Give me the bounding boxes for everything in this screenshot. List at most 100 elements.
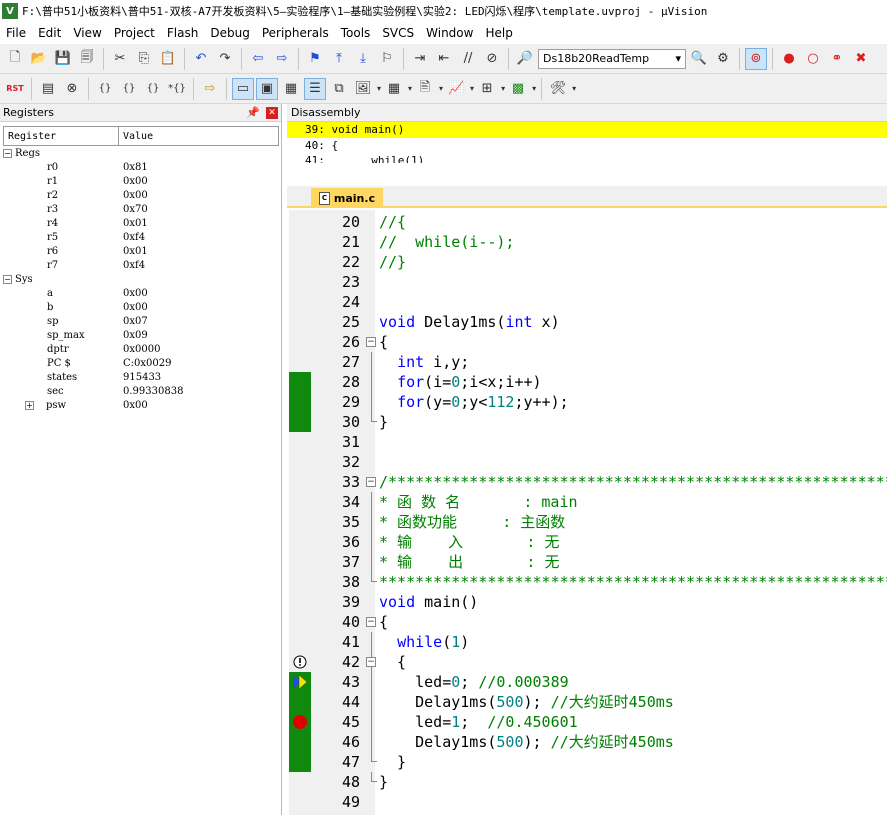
breakpoint-icon[interactable]: [293, 715, 307, 729]
register-value[interactable]: 0x00: [121, 288, 148, 299]
register-row[interactable]: states 915433: [3, 370, 279, 384]
command-window-icon[interactable]: ▭: [232, 77, 254, 100]
run-icon[interactable]: ▤: [37, 78, 59, 100]
menu-project[interactable]: Project: [108, 22, 161, 44]
register-row[interactable]: r7 0xf4: [3, 258, 279, 272]
target-select[interactable]: Ds18b20ReadTemp ▾: [538, 48, 686, 69]
code-line[interactable]: 36 * 输 入 : 无: [289, 532, 887, 552]
pin-icon[interactable]: 📌: [246, 106, 260, 119]
open-folder-icon[interactable]: 📂: [28, 48, 50, 70]
configure-icon[interactable]: ⚙: [712, 48, 734, 70]
chevron-down-icon[interactable]: ▾: [377, 84, 381, 93]
fold-collapse-icon[interactable]: −: [366, 477, 376, 487]
code-line[interactable]: 22 //}: [289, 252, 887, 272]
register-group-regs[interactable]: − Regs: [3, 146, 279, 160]
toolbox-icon[interactable]: 🛠: [547, 78, 569, 100]
register-row[interactable]: sp 0x07: [3, 314, 279, 328]
code-line[interactable]: 41 while(1): [289, 632, 887, 652]
navigate-forward-icon[interactable]: ⇨: [271, 48, 293, 70]
code-editor[interactable]: 20 //{21 // while(i--); 22 //} 23 24 25 void Del…: [289, 210, 887, 815]
register-value[interactable]: 0x70: [121, 204, 148, 215]
collapse-icon[interactable]: −: [3, 148, 12, 158]
enable-breakpoint-icon[interactable]: ○: [802, 48, 824, 70]
menu-debug[interactable]: Debug: [204, 22, 255, 44]
register-row[interactable]: r5 0xf4: [3, 230, 279, 244]
expand-icon[interactable]: +: [25, 400, 34, 410]
save-icon[interactable]: 💾: [52, 48, 74, 70]
collapse-icon[interactable]: −: [3, 274, 12, 284]
code-line[interactable]: 31: [289, 432, 887, 452]
disassembly-line[interactable]: 39: void main(): [287, 122, 887, 138]
code-line[interactable]: 44 Delay1ms(500); //大约延时450ms: [289, 692, 887, 712]
menu-tools[interactable]: Tools: [335, 22, 377, 44]
reset-icon[interactable]: RST: [4, 78, 26, 100]
menu-edit[interactable]: Edit: [32, 22, 67, 44]
menu-svcs[interactable]: SVCS: [376, 22, 420, 44]
code-line[interactable]: 38 **************************************…: [289, 572, 887, 592]
register-value[interactable]: 915433: [121, 372, 161, 383]
register-row[interactable]: r2 0x00: [3, 188, 279, 202]
register-row[interactable]: dptr 0x0000: [3, 342, 279, 356]
code-line[interactable]: 23: [289, 272, 887, 292]
register-row[interactable]: r4 0x01: [3, 216, 279, 230]
register-value[interactable]: 0.99330838: [121, 386, 183, 397]
watch-window-icon[interactable]: 🖼: [352, 78, 374, 100]
code-line[interactable]: 32: [289, 452, 887, 472]
register-row[interactable]: sp_max 0x09: [3, 328, 279, 342]
menu-file[interactable]: File: [0, 22, 32, 44]
menu-peripherals[interactable]: Peripherals: [256, 22, 335, 44]
menu-flash[interactable]: Flash: [161, 22, 204, 44]
register-value[interactable]: 0x09: [121, 330, 148, 341]
register-value[interactable]: 0x07: [121, 316, 148, 327]
menu-help[interactable]: Help: [479, 22, 518, 44]
copy-icon[interactable]: ⎘: [133, 48, 155, 70]
undo-icon[interactable]: ↶: [190, 48, 212, 70]
comment-icon[interactable]: //: [457, 48, 479, 70]
uncomment-icon[interactable]: ⊘: [481, 48, 503, 70]
code-line[interactable]: 33−/************************************…: [289, 472, 887, 492]
code-line[interactable]: 20 //{: [289, 212, 887, 232]
register-row[interactable]: r1 0x00: [3, 174, 279, 188]
register-row[interactable]: b 0x00: [3, 300, 279, 314]
register-value[interactable]: 0x00: [121, 176, 148, 187]
code-line[interactable]: 24: [289, 292, 887, 312]
tab-main-c[interactable]: C main.c: [311, 188, 383, 208]
save-all-icon[interactable]: 🗐: [76, 48, 98, 70]
code-line[interactable]: 35 * 函数功能 : 主函数: [289, 512, 887, 532]
navigate-back-icon[interactable]: ⇦: [247, 48, 269, 70]
register-value[interactable]: 0x01: [121, 218, 148, 229]
serial-window-icon[interactable]: 🖹: [414, 78, 436, 100]
find-in-files-icon[interactable]: 🔎: [514, 48, 536, 70]
disable-all-breakpoints-icon[interactable]: ⚭: [826, 48, 848, 70]
analysis-window-icon[interactable]: 📈: [445, 78, 467, 100]
find-icon[interactable]: 🔍: [688, 48, 710, 70]
disassembly-line[interactable]: 41: while(1): [287, 154, 887, 163]
register-row[interactable]: r6 0x01: [3, 244, 279, 258]
code-line[interactable]: 46 Delay1ms(500); //大约延时450ms: [289, 732, 887, 752]
step-into-icon[interactable]: {}: [94, 78, 116, 100]
column-value[interactable]: Value: [119, 131, 153, 142]
register-row[interactable]: a 0x00: [3, 286, 279, 300]
code-line[interactable]: 30}: [289, 412, 887, 432]
register-value[interactable]: C:0x0029: [121, 358, 171, 369]
registers-window-icon[interactable]: ☰: [304, 77, 326, 100]
register-value[interactable]: 0x00: [121, 190, 148, 201]
code-line[interactable]: 42− {: [289, 652, 887, 672]
fold-collapse-icon[interactable]: −: [366, 617, 376, 627]
menu-view[interactable]: View: [67, 22, 107, 44]
fold-collapse-icon[interactable]: −: [366, 337, 376, 347]
step-out-icon[interactable]: {}: [142, 78, 164, 100]
prev-bookmark-icon[interactable]: ⤒: [328, 48, 350, 70]
code-line[interactable]: 26−{: [289, 332, 887, 352]
disassembly-line[interactable]: 40: {: [287, 138, 887, 154]
register-row[interactable]: sec 0.99330838: [3, 384, 279, 398]
register-value[interactable]: 0x81: [121, 162, 148, 173]
trace-window-icon[interactable]: ⊞: [476, 78, 498, 100]
code-line[interactable]: 27 int i,y;: [289, 352, 887, 372]
code-line[interactable]: 37 * 输 出 : 无: [289, 552, 887, 572]
register-value[interactable]: 0x00: [121, 400, 148, 411]
register-row[interactable]: + psw 0x00: [3, 398, 279, 412]
kill-all-breakpoints-icon[interactable]: ✖: [850, 48, 872, 70]
debug-session-icon[interactable]: ⊚: [745, 47, 767, 70]
stop-icon[interactable]: ⊗: [61, 78, 83, 100]
